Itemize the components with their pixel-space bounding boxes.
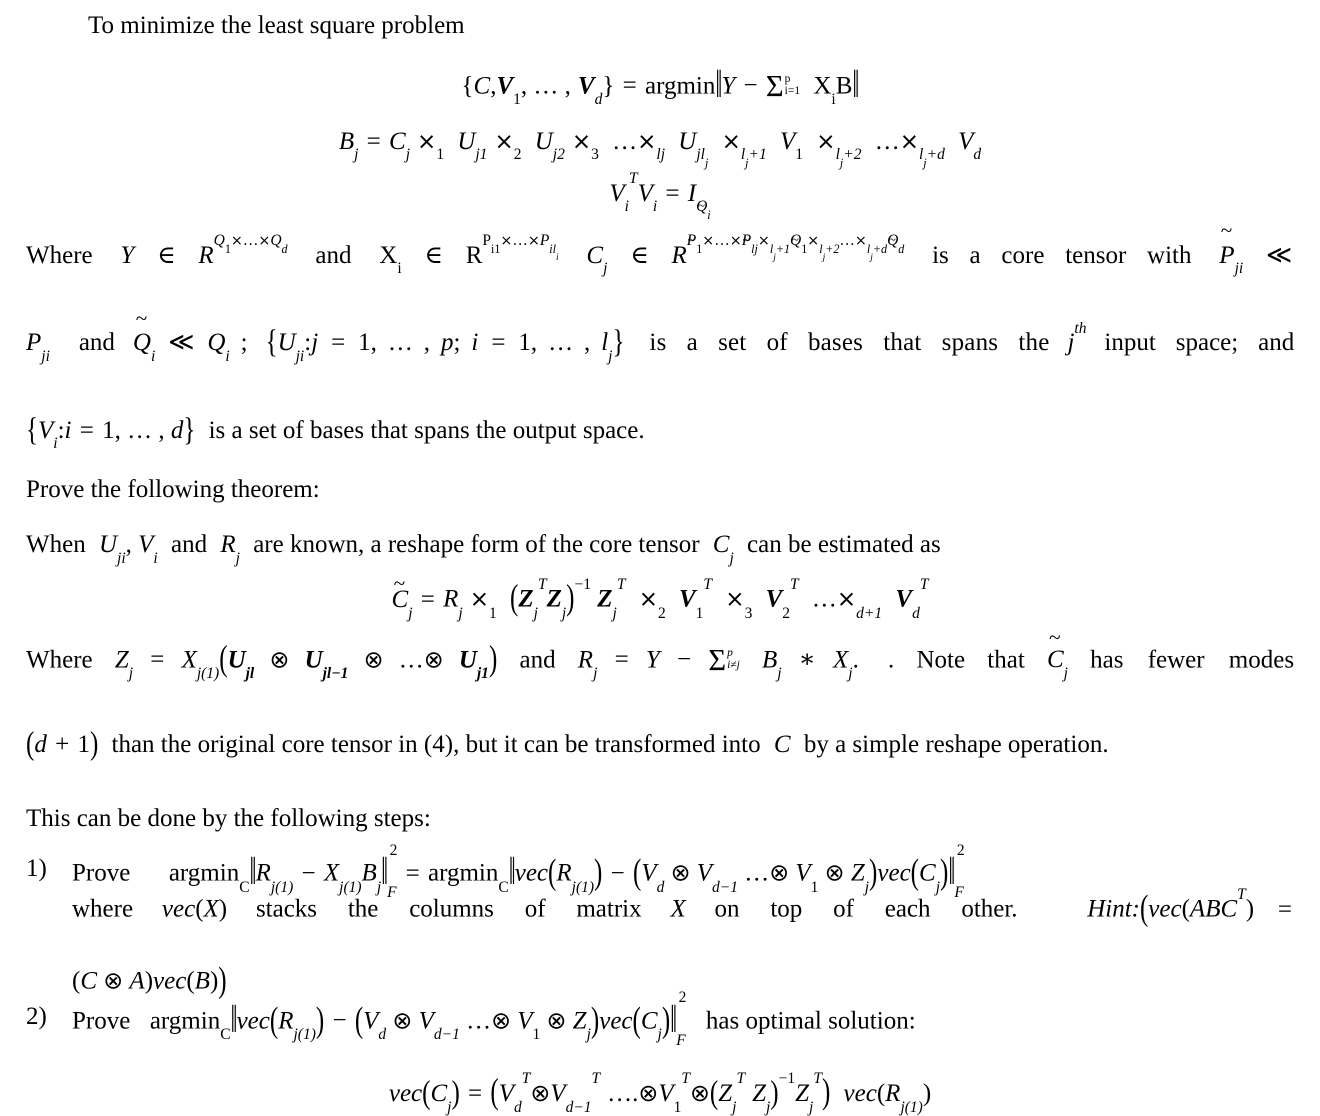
prove-theorem-line: Prove the following theorem: (26, 474, 1294, 507)
definitions-paragraph: Where Y ∈ RQ1×…×Qd and Xi ∈ RPi1×…×Pili … (26, 218, 1295, 453)
where-label: Where (26, 241, 93, 269)
list-item: 1) Prove argminC‖Rj(1) − Xj(1)Bj‖F2 = ar… (26, 841, 1293, 1000)
steps-intro-line: This can be done by the following steps: (26, 803, 1294, 836)
proof-steps-list: 1) Prove argminC‖Rj(1) − Xj(1)Bj‖F2 = ar… (26, 841, 1294, 1049)
equation-core-tensor-estimate: ~ Cj = Rj×1 (ZjTZj)−1 ZjT ×2 V1T ×3 V2T …… (391, 570, 929, 622)
spans-input-space: is a set of bases that spans the (649, 329, 1050, 356)
spans-output-space: is a set of bases that spans the output … (208, 416, 645, 444)
input-space-tail: input space; and (1104, 329, 1295, 356)
step-2-marker: 2) (26, 1002, 47, 1030)
equation-vec-solution: vec(Cj) = (VdT⊗Vd−1T….⊗V1T⊗(ZjTZj)−1ZjT)… (388, 1070, 932, 1116)
theorem-tail-2: can be estimated as (747, 530, 941, 558)
list-item: 2) Prove argminC‖vec(Rj(1)) − (Vd ⊗ Vd−1… (26, 989, 916, 1049)
where-z-paragraph: Where Zj = Xj(1)(Ujl ⊗ Ujl−1 ⊗ …⊗ Uj1) a… (26, 625, 1295, 762)
step-2-tail: has optimal solution: (705, 1007, 916, 1035)
step-1-marker: 1) (26, 855, 47, 883)
theorem-tail-1: are known, a reshape form of the core te… (253, 530, 700, 558)
reshape-tail-b: by a simple reshape operation. (803, 730, 1109, 758)
and-3: and (170, 530, 208, 558)
where-z-label: Where (26, 646, 93, 674)
prove-theorem-text: Prove the following theorem: (26, 476, 320, 504)
reshape-tail-a: than the original core tensor in (4), bu… (111, 730, 761, 758)
note-that: . Note that (888, 646, 1025, 674)
core-tensor-phrase: is a core tensor with (932, 241, 1192, 269)
comma-1: , (125, 530, 132, 558)
theorem-statement-line: When Uji, Vi and Rj are known, a reshape… (26, 530, 941, 567)
steps-intro-text: This can be done by the following steps: (26, 804, 431, 832)
step-1-note-a: where (72, 895, 134, 923)
step-1-note-c: on top of each other. (714, 895, 1018, 923)
and-4: and (519, 646, 556, 674)
equation-tucker-expansion: Bj = Cj×1 Uj1×2 Uj2×3 …×lj Ujlj ×lj+1 V1… (338, 127, 982, 171)
and-1: and (315, 241, 352, 269)
step-1-verb: Prove (72, 859, 131, 887)
ordinal-th: th (1074, 319, 1087, 337)
step-1-note-b: stacks the columns of matrix (255, 895, 642, 923)
equation-orthonormality: ViTVi = I ~ Qi (609, 170, 711, 223)
document-page: To minimize the least square problem {C,… (0, 10, 1320, 1116)
intro-text: To minimize the least square problem (88, 12, 465, 39)
and-2: and (78, 329, 115, 356)
equation-least-square-objective: {C,V1, … , Vd} = argmin‖Y − Σp i=1 XiB‖ (461, 63, 860, 109)
when-label: When (26, 530, 86, 558)
hint-label: Hint: (1087, 895, 1140, 923)
intro-paragraph: To minimize the least square problem (88, 10, 1294, 43)
step-2-verb: Prove (72, 1007, 131, 1035)
fewer-modes: has fewer modes (1090, 646, 1295, 674)
